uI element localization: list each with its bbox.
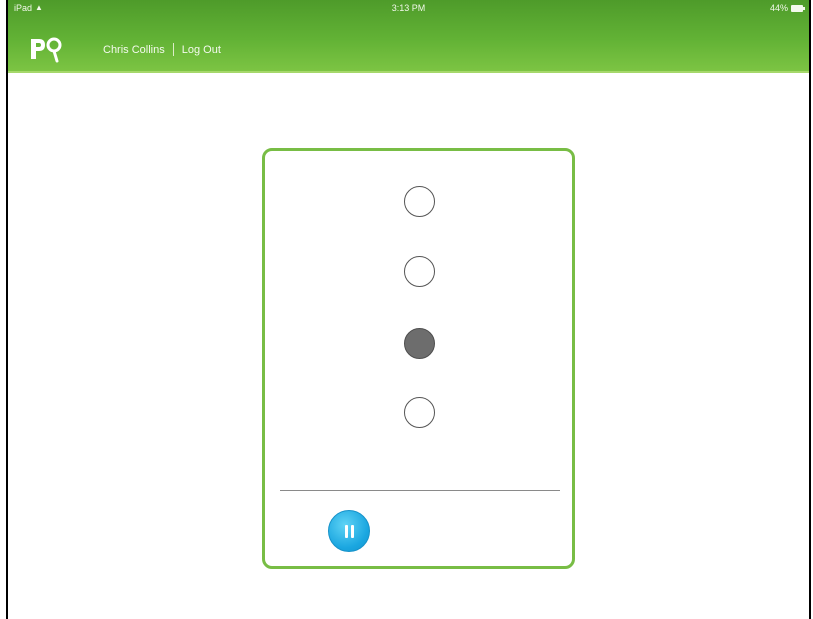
radio-option-3[interactable] (404, 328, 435, 359)
radio-option-4[interactable] (404, 397, 435, 428)
app-logo[interactable]: Pq (29, 35, 64, 63)
nav-divider (172, 43, 174, 56)
pause-button[interactable] (328, 510, 370, 552)
pause-icon (344, 524, 348, 538)
app-frame: iPad ▲ 3:13 PM 44% Pq Chris Collins Log … (6, 0, 811, 619)
radio-option-1[interactable] (404, 186, 435, 217)
pause-icon-bar (350, 524, 354, 538)
status-right: 44% (769, 3, 805, 13)
battery-percent: 44% (769, 3, 788, 13)
logo-text: Pq (29, 35, 31, 36)
status-bar: iPad ▲ 3:13 PM 44% (8, 0, 809, 18)
logout-link[interactable]: Log Out (182, 44, 221, 56)
status-time: 3:13 PM (391, 3, 426, 13)
response-card (262, 148, 575, 569)
card-divider (280, 490, 560, 491)
radio-option-2[interactable] (404, 256, 435, 287)
battery-icon (791, 4, 805, 12)
user-nav: Chris Collins Log Out (103, 43, 221, 56)
user-name-link[interactable]: Chris Collins (103, 44, 165, 56)
app-header: iPad ▲ 3:13 PM 44% Pq Chris Collins Log … (8, 0, 809, 73)
